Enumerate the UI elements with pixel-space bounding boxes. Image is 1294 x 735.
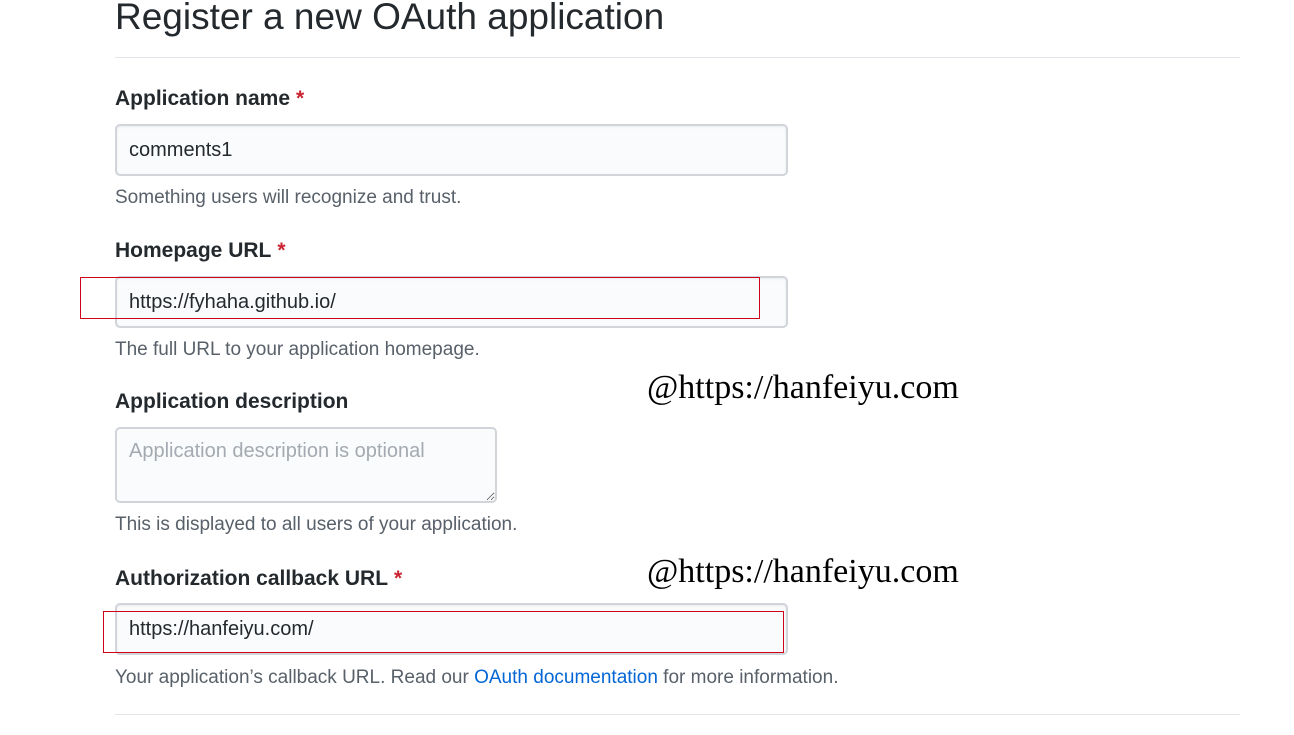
callback-url-note-text: Your application’s callback URL. Read ou… xyxy=(115,667,475,688)
homepage-url-label-text: Homepage URL xyxy=(115,239,272,262)
callback-url-note-suffix: for more information. xyxy=(657,667,839,688)
homepage-url-note: The full URL to your application homepag… xyxy=(115,339,480,360)
required-marker: * xyxy=(296,87,305,110)
callback-url-label: Authorization callback URL * xyxy=(115,567,402,591)
app-description-label: Application description xyxy=(115,390,349,413)
callback-url-input[interactable] xyxy=(115,603,788,655)
page-title: Register a new OAuth application xyxy=(115,0,665,37)
watermark-text: @https://hanfeiyu.com xyxy=(647,553,959,590)
register-oauth-app-page: Register a new OAuth application Applica… xyxy=(0,0,1294,735)
required-marker: * xyxy=(277,239,286,262)
oauth-documentation-link[interactable]: OAuth documentation xyxy=(474,667,658,688)
app-name-input[interactable] xyxy=(115,124,788,176)
required-marker: * xyxy=(394,567,403,590)
app-name-label-text: Application name xyxy=(115,87,291,110)
homepage-url-input[interactable] xyxy=(115,276,788,328)
header-divider xyxy=(115,57,1240,58)
app-description-textarea[interactable] xyxy=(115,427,497,503)
footer-divider xyxy=(115,714,1240,715)
app-name-note: Something users will recognize and trust… xyxy=(115,187,462,208)
app-name-label: Application name * xyxy=(115,87,304,111)
app-description-note: This is displayed to all users of your a… xyxy=(115,514,518,535)
watermark-text: @https://hanfeiyu.com xyxy=(647,369,959,406)
homepage-url-label: Homepage URL * xyxy=(115,239,286,263)
callback-url-note: Your application’s callback URL. Read ou… xyxy=(115,667,838,689)
callback-url-label-text: Authorization callback URL xyxy=(115,567,389,590)
